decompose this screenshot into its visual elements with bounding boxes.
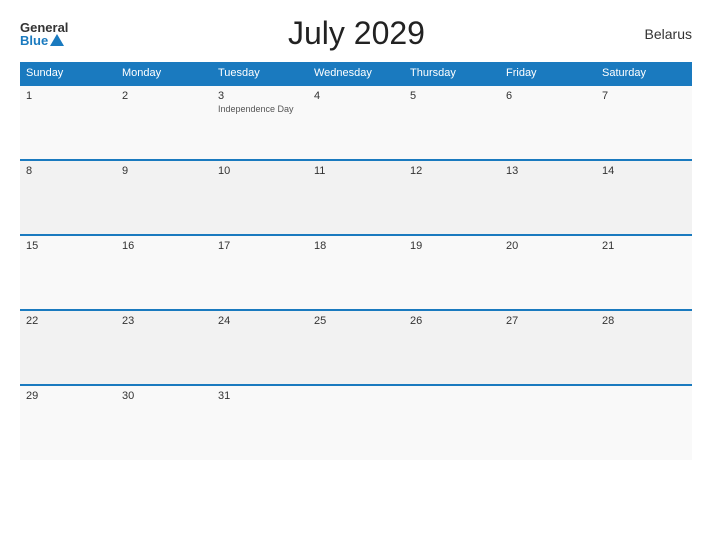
- logo-blue-text: Blue: [20, 34, 64, 47]
- day-number: 15: [26, 240, 110, 252]
- calendar-day-cell: 28: [596, 310, 692, 385]
- day-number: 26: [410, 315, 494, 327]
- calendar-day-cell: [596, 385, 692, 460]
- calendar-week-row: 15 16 17 18 19 20 21: [20, 235, 692, 310]
- calendar-day-cell: 3 Independence Day: [212, 85, 308, 160]
- day-number: 11: [314, 165, 398, 177]
- calendar-day-cell: 20: [500, 235, 596, 310]
- country-label: Belarus: [645, 26, 692, 42]
- calendar-day-cell: 21: [596, 235, 692, 310]
- calendar-day-cell: 13: [500, 160, 596, 235]
- day-number: 21: [602, 240, 686, 252]
- calendar-day-cell: 6: [500, 85, 596, 160]
- calendar-day-cell: 16: [116, 235, 212, 310]
- calendar-day-cell: 1: [20, 85, 116, 160]
- day-number: 8: [26, 165, 110, 177]
- day-number: 20: [506, 240, 590, 252]
- day-number: 16: [122, 240, 206, 252]
- day-number: 17: [218, 240, 302, 252]
- day-number: 4: [314, 90, 398, 102]
- day-number: 18: [314, 240, 398, 252]
- day-number: 29: [26, 390, 110, 402]
- calendar-day-cell: 31: [212, 385, 308, 460]
- calendar-day-cell: 7: [596, 85, 692, 160]
- day-number: 5: [410, 90, 494, 102]
- header-wednesday: Wednesday: [308, 62, 404, 85]
- calendar-day-cell: 23: [116, 310, 212, 385]
- calendar-container: General Blue July 2029 Belarus Sunday Mo…: [0, 0, 712, 550]
- day-number: 7: [602, 90, 686, 102]
- day-number: 3: [218, 90, 302, 102]
- day-number: 25: [314, 315, 398, 327]
- header-sunday: Sunday: [20, 62, 116, 85]
- calendar-day-cell: 19: [404, 235, 500, 310]
- calendar-day-cell: 2: [116, 85, 212, 160]
- header-tuesday: Tuesday: [212, 62, 308, 85]
- calendar-week-row: 29 30 31: [20, 385, 692, 460]
- day-number: 2: [122, 90, 206, 102]
- calendar-day-cell: 15: [20, 235, 116, 310]
- day-number: 24: [218, 315, 302, 327]
- day-number: 9: [122, 165, 206, 177]
- calendar-week-row: 123 Independence Day 4567: [20, 85, 692, 160]
- day-number: 1: [26, 90, 110, 102]
- calendar-day-cell: 18: [308, 235, 404, 310]
- header-friday: Friday: [500, 62, 596, 85]
- header-thursday: Thursday: [404, 62, 500, 85]
- calendar-day-cell: [404, 385, 500, 460]
- day-number: 22: [26, 315, 110, 327]
- weekday-header-row: Sunday Monday Tuesday Wednesday Thursday…: [20, 62, 692, 85]
- calendar-day-cell: 14: [596, 160, 692, 235]
- day-number: 31: [218, 390, 302, 402]
- day-number: 10: [218, 165, 302, 177]
- day-number: 12: [410, 165, 494, 177]
- calendar-day-cell: 26: [404, 310, 500, 385]
- calendar-day-cell: [308, 385, 404, 460]
- calendar-day-cell: 12: [404, 160, 500, 235]
- calendar-week-row: 89 10 11 12 13 14: [20, 160, 692, 235]
- day-number: 28: [602, 315, 686, 327]
- calendar-day-cell: 10: [212, 160, 308, 235]
- calendar-day-cell: 11: [308, 160, 404, 235]
- month-title: July 2029: [68, 15, 644, 52]
- day-number: 27: [506, 315, 590, 327]
- header-monday: Monday: [116, 62, 212, 85]
- calendar-day-cell: 9: [116, 160, 212, 235]
- calendar-day-cell: 30: [116, 385, 212, 460]
- calendar-day-cell: 5: [404, 85, 500, 160]
- calendar-day-cell: 22: [20, 310, 116, 385]
- day-number: 19: [410, 240, 494, 252]
- day-number: 14: [602, 165, 686, 177]
- holiday-label: Independence Day: [218, 104, 302, 114]
- day-number: 13: [506, 165, 590, 177]
- calendar-day-cell: 4: [308, 85, 404, 160]
- day-number: 6: [506, 90, 590, 102]
- calendar-table: Sunday Monday Tuesday Wednesday Thursday…: [20, 62, 692, 460]
- logo: General Blue: [20, 21, 68, 47]
- day-number: 30: [122, 390, 206, 402]
- calendar-day-cell: 17: [212, 235, 308, 310]
- calendar-day-cell: [500, 385, 596, 460]
- calendar-header: General Blue July 2029 Belarus: [20, 15, 692, 52]
- calendar-week-row: 22 23 24 25 26 27 28: [20, 310, 692, 385]
- calendar-day-cell: 29: [20, 385, 116, 460]
- logo-triangle-icon: [50, 34, 64, 46]
- calendar-day-cell: 8: [20, 160, 116, 235]
- day-number: 23: [122, 315, 206, 327]
- logo-general-text: General: [20, 21, 68, 34]
- calendar-day-cell: 25: [308, 310, 404, 385]
- header-saturday: Saturday: [596, 62, 692, 85]
- calendar-day-cell: 27: [500, 310, 596, 385]
- calendar-day-cell: 24: [212, 310, 308, 385]
